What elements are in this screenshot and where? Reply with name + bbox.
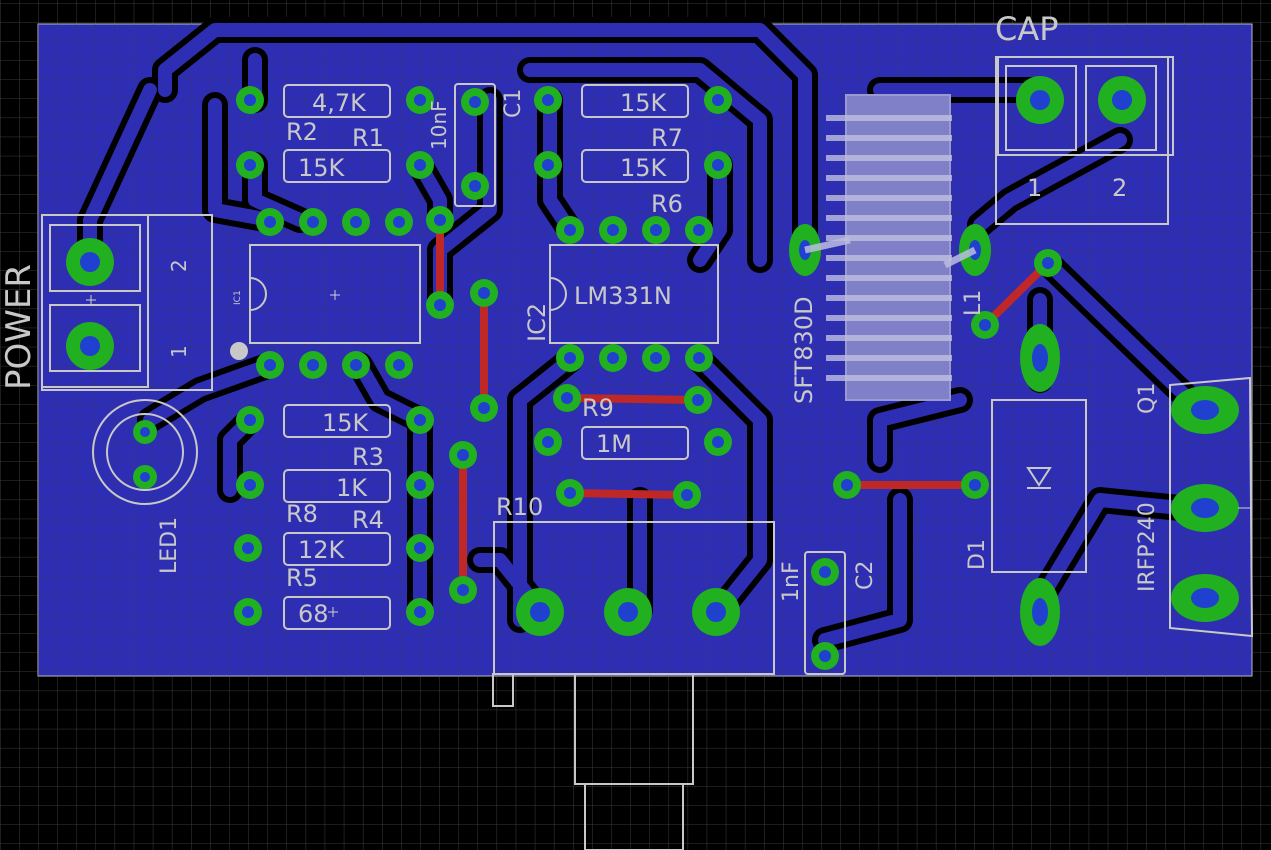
cap-pin-2-label: 2 xyxy=(1112,174,1127,202)
ic1-pin1-marker xyxy=(230,342,248,360)
r4-value-label: 1K xyxy=(336,474,368,502)
c2-value-label: 1nF xyxy=(779,561,804,602)
r1-value-label: 4,7K xyxy=(312,89,367,117)
power-pin-1-label: 1 xyxy=(167,345,191,358)
r10-name-label: R10 xyxy=(496,493,543,521)
power-pin-2-label: 2 xyxy=(167,259,191,272)
r2-value-label: 15K xyxy=(298,154,346,182)
power-connector-title: POWER xyxy=(0,264,39,390)
r7-name-label: R7 xyxy=(651,124,683,152)
c2-name-label: C2 xyxy=(853,561,878,590)
r4-name-label: R4 xyxy=(352,506,384,534)
d1-name-label: D1 xyxy=(965,539,990,570)
ic1-name-label: IC1 xyxy=(233,290,243,305)
transformer-name-label: SFT830D xyxy=(790,296,818,404)
q1-part-label: IRFP240 xyxy=(1135,502,1160,592)
c1-value-label: 10nF xyxy=(427,100,451,150)
cap-connector-title: CAP xyxy=(995,10,1059,48)
r9-value-label: 1M xyxy=(596,430,632,458)
led1-name-label: LED1 xyxy=(157,517,182,574)
r7-value-label: 15K xyxy=(620,89,668,117)
inductor-name-label: L1 xyxy=(961,290,986,316)
r5-name-label: R5 xyxy=(286,564,318,592)
r2-name-label: R2 xyxy=(286,118,318,146)
r3-name-label: R3 xyxy=(352,443,384,471)
ic2-name-label: IC2 xyxy=(523,303,551,342)
c1-name-label: C1 xyxy=(501,89,526,118)
cap-pin-1-label: 1 xyxy=(1027,174,1042,202)
r9-name-label: R9 xyxy=(582,394,614,422)
q1-name-label: Q1 xyxy=(1135,383,1160,414)
r6-name-label: R6 xyxy=(651,190,683,218)
pcb-layout-view[interactable]: CAP 1 2 POWER 2 1 4,7K R2 R1 15K 10nF C1… xyxy=(0,0,1271,850)
r1-name-label: R1 xyxy=(352,124,384,152)
r6-value-label: 15K xyxy=(620,154,668,182)
ic2-part-label: LM331N xyxy=(574,282,672,310)
r8-value-label: 12K xyxy=(298,536,346,564)
r3-value-label: 15K xyxy=(322,409,370,437)
r5-value-label: 68 xyxy=(298,600,329,628)
r8-name-label: R8 xyxy=(286,500,318,528)
